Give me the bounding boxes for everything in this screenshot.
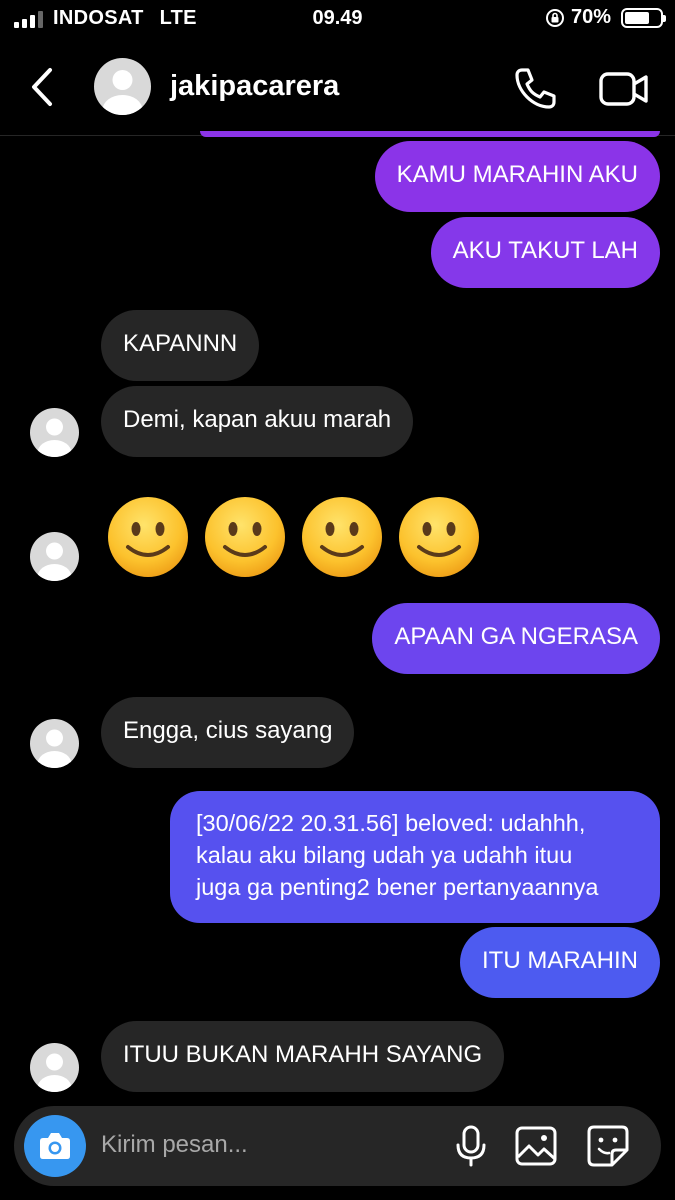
outgoing-message[interactable]: AKU TAKUT LAH — [430, 217, 660, 288]
message-input[interactable]: Kirim pesan... — [101, 1131, 248, 1159]
message-text: Demi, kapan akuu marah — [123, 406, 392, 433]
incoming-message[interactable]: Engga, cius sayang — [101, 697, 355, 768]
chat-header: jakipacarera — [0, 38, 675, 136]
battery-icon — [621, 7, 666, 28]
status-bar: INDOSAT LTE 09.49 70% — [0, 0, 675, 38]
battery-percent: 70% — [570, 6, 611, 28]
avatar[interactable] — [94, 58, 151, 115]
message-composer: Kirim pesan... — [14, 1106, 661, 1186]
emoji-message[interactable] — [104, 494, 484, 580]
slightly-smiling-face-icon — [108, 497, 188, 577]
message-line: kalau aku bilang udah ya udahh ituu — [196, 842, 573, 868]
slightly-smiling-face-icon — [399, 497, 479, 577]
incoming-message[interactable]: Demi, kapan akuu marah — [101, 386, 414, 457]
slightly-smiling-face-icon — [205, 497, 285, 577]
camera-button[interactable] — [24, 1115, 86, 1177]
message-text: APAAN GA NGERASA — [394, 623, 638, 650]
outgoing-message[interactable]: KAMU MARAHIN AKU — [374, 141, 660, 212]
sender-avatar[interactable] — [30, 532, 79, 581]
username[interactable]: jakipacarera — [170, 70, 339, 103]
sticker-icon[interactable] — [586, 1124, 630, 1168]
message-text: KAPANNN — [123, 330, 238, 357]
sender-avatar[interactable] — [30, 408, 79, 457]
message-text: Engga, cius sayang — [123, 717, 333, 744]
outgoing-message[interactable]: APAAN GA NGERASA — [372, 603, 660, 674]
message-text: AKU TAKUT LAH — [452, 237, 638, 264]
rotation-lock-icon — [545, 8, 564, 27]
message-text: ITU MARAHIN — [482, 947, 638, 974]
outgoing-message[interactable]: ITU MARAHIN — [460, 927, 660, 998]
incoming-message[interactable]: KAPANNN — [101, 310, 260, 381]
message-line: juga ga penting2 bener pertanyaannya — [196, 874, 599, 900]
incoming-message[interactable]: ITUU BUKAN MARAHH SAYANG — [101, 1021, 505, 1092]
outgoing-message[interactable]: [30/06/22 20.31.56] beloved: udahhh, kal… — [170, 791, 660, 923]
phone-icon[interactable] — [512, 65, 558, 111]
video-camera-icon[interactable] — [598, 66, 650, 112]
previous-message-edge — [200, 131, 660, 137]
camera-icon — [40, 1133, 70, 1159]
slightly-smiling-face-icon — [302, 497, 382, 577]
message-text: KAMU MARAHIN AKU — [396, 161, 638, 188]
microphone-icon[interactable] — [451, 1125, 491, 1167]
message-text: ITUU BUKAN MARAHH SAYANG — [123, 1041, 483, 1068]
message-line: [30/06/22 20.31.56] beloved: udahhh, — [196, 810, 586, 836]
gallery-icon[interactable] — [514, 1125, 560, 1167]
sender-avatar[interactable] — [30, 1043, 79, 1092]
sender-avatar[interactable] — [30, 719, 79, 768]
back-chevron-icon[interactable] — [24, 62, 64, 112]
